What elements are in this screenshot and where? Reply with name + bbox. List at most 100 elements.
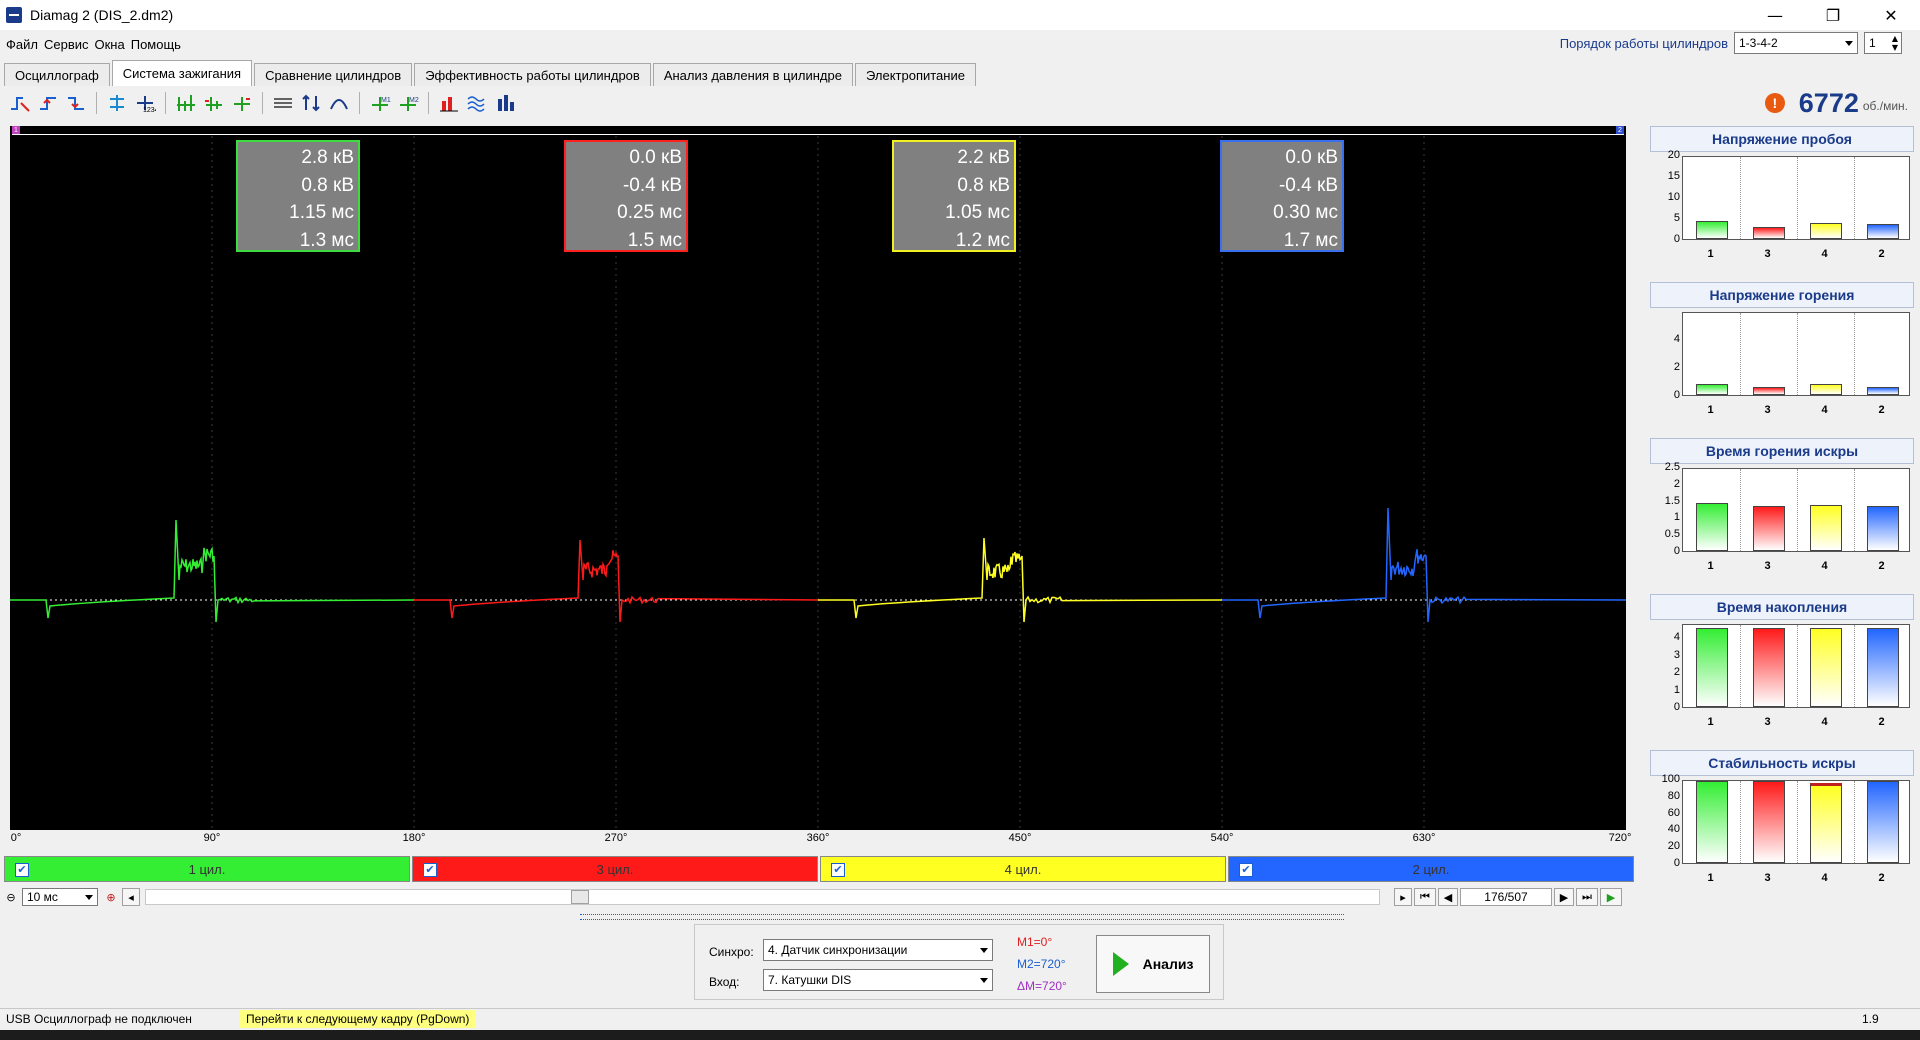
degree-tick-label: 0° [10,832,22,844]
marker-m2-icon[interactable]: M2 [394,90,422,116]
menu-windows[interactable]: Окна [95,37,125,52]
analysis-button[interactable]: Анализ [1096,935,1210,993]
arc-icon[interactable] [325,90,353,116]
divider-line [1854,157,1855,239]
tab-power-supply[interactable]: Электропитание [854,63,976,86]
cylinder-bar[interactable]: ✔ 2 цил. [1228,856,1634,882]
trigger-auto-icon[interactable] [6,90,34,116]
toolbar-separator [165,92,166,114]
first-frame-button[interactable]: ⏮ [1414,888,1436,906]
measurement-value: 1.5 мс [627,229,682,251]
timeline-scrollbar[interactable] [145,889,1380,905]
restore-button[interactable]: ❐ [1804,0,1862,30]
tab-cylinder-efficiency[interactable]: Эффективность работы цилиндров [414,63,651,86]
marker-m1-value: M1=0° [1017,935,1053,949]
cylinder-checkbox[interactable]: ✔ [831,863,845,877]
measurement-value: 0.25 мс [617,202,682,223]
cylinder-bar[interactable]: ✔ 3 цил. [412,856,818,882]
cylinder-category-label: 3 [1764,872,1771,884]
cylinder-order-select[interactable]: 1-3-4-2 [1734,32,1858,54]
stat-chart-title[interactable]: Напряжение горения [1650,282,1914,308]
scale-numeric-icon[interactable]: 1234 [131,90,159,116]
scroll-right-button[interactable]: ▸ [1394,888,1412,906]
cylinder-category-label: 2 [1878,404,1885,416]
cylinder-bar[interactable]: ✔ 4 цил. [820,856,1226,882]
tab-cylinder-pressure[interactable]: Анализ давления в цилиндре [652,63,853,86]
trigger-fall-icon[interactable] [62,90,90,116]
sync-select[interactable]: 4. Датчик синхронизации [763,939,993,961]
stat-chart-plot [1682,780,1910,864]
tab-ignition-system[interactable]: Система зажигания [111,60,253,86]
degree-tick-label: 90° [203,832,221,844]
cursor-tool-1-icon[interactable] [172,90,200,116]
cylinder-category-label: 2 [1878,872,1885,884]
measurement-box: 0.0 кВ -0.4 кВ 0.30 мс 1.7 мс [1220,140,1344,252]
timeline-thumb[interactable] [571,890,589,904]
menu-file[interactable]: Файл [6,37,38,52]
svg-text:M2: M2 [409,97,419,104]
degree-tick-label: 270° [604,832,628,844]
spin-arrows-icon[interactable]: ▲ ▼ [1892,34,1898,52]
zoom-in-icon[interactable]: ⊕ [102,888,120,906]
y-tick-label: 5 [1673,212,1680,224]
measurement-value: 0.0 кВ [1285,147,1338,168]
play-button[interactable]: ▶ [1600,888,1622,906]
cursor-tool-3-icon[interactable] [228,90,256,116]
y-tick-label: 2 [1673,361,1680,373]
cursor-tool-2-icon[interactable] [200,90,228,116]
trigger-rise-icon[interactable] [34,90,62,116]
marker-delta-value: ΔM=720° [1017,979,1067,993]
cylinder-number-stepper[interactable]: 1 ▲ ▼ [1864,32,1902,54]
zoom-out-icon[interactable]: ⊖ [2,888,20,906]
bar-chart-blue-icon[interactable] [491,90,519,116]
cylinder-label: 3 цил. [596,861,634,877]
input-select[interactable]: 7. Катушки DIS [763,969,993,991]
y-tick-label: 80 [1667,789,1680,802]
tab-oscilloscope[interactable]: Осциллограф [4,63,110,86]
stat-chart: Время горения искры 2.5 2 1.5 1 0.5 0 1 3 4 2 [1648,436,1916,586]
y-tick-label: 100 [1661,773,1680,785]
divider-line [1740,157,1741,239]
cylinder-checkbox[interactable]: ✔ [15,863,29,877]
bar-chart-red-icon[interactable] [435,90,463,116]
stat-bar [1752,505,1785,551]
lines-icon[interactable] [269,90,297,116]
tab-cylinder-compare[interactable]: Сравнение цилиндров [254,63,413,86]
minimize-button[interactable]: — [1746,0,1804,30]
marker-m1-icon[interactable]: M1 [366,90,394,116]
prev-frame-button[interactable]: ◀ [1438,888,1458,906]
scroll-left-button[interactable]: ◂ [122,888,140,906]
toolbar-separator [262,92,263,114]
last-frame-button[interactable]: ⏭ [1576,888,1598,906]
ignition-oscillogram[interactable]: 1 2 2.8 кВ 0.8 кВ 1.15 мс 1.3 мс 0.0 кВ -0.4 … [10,126,1626,830]
menu-help[interactable]: Помощь [131,37,181,52]
wave-icon[interactable] [463,90,491,116]
close-button[interactable]: ✕ [1862,0,1920,30]
stat-chart-title[interactable]: Время горения искры [1650,438,1914,464]
timebase-select[interactable]: 10 мс [22,888,98,906]
y-tick-label: 20 [1667,149,1680,161]
scale-fit-icon[interactable] [103,90,131,116]
analysis-controls: Синхро: 4. Датчик синхронизации Вход: 7.… [694,924,1224,1000]
warning-icon[interactable]: ! [1764,93,1785,113]
y-tick-label: 20 [1667,840,1680,853]
vertical-arrows-icon[interactable] [297,90,325,116]
cylinder-category-label: 3 [1764,248,1771,260]
stat-bar [1809,628,1842,707]
next-frame-button[interactable]: ▶ [1554,888,1574,906]
divider-line [1854,313,1855,395]
cylinder-checkbox[interactable]: ✔ [423,863,437,877]
cylinder-bar[interactable]: ✔ 1 цил. [4,856,410,882]
stat-chart-title[interactable]: Напряжение пробоя [1650,126,1914,152]
splitter-handle[interactable] [580,914,1344,920]
measurement-box: 0.0 кВ -0.4 кВ 0.25 мс 1.5 мс [564,140,688,252]
cylinder-checkbox[interactable]: ✔ [1239,863,1253,877]
stat-bar [1695,628,1728,707]
stat-chart-title[interactable]: Стабильность искры [1650,750,1914,776]
stat-bar [1752,781,1785,863]
stat-chart-title[interactable]: Время накопления [1650,594,1914,620]
stat-chart-plot [1682,624,1910,708]
menu-service[interactable]: Сервис [44,37,89,52]
marker-m2-value: M2=720° [1017,957,1066,971]
divider-line [1740,781,1741,863]
